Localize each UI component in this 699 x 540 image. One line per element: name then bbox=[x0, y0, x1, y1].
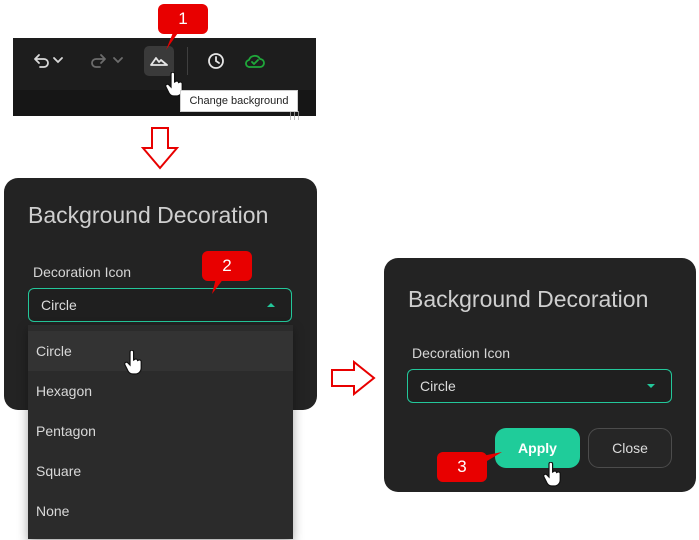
right-arrow-icon bbox=[331, 360, 376, 396]
decoration-icon-select[interactable]: Circle bbox=[28, 288, 292, 322]
undo-button[interactable] bbox=[29, 46, 69, 76]
option-square[interactable]: Square bbox=[28, 451, 293, 491]
option-hexagon[interactable]: Hexagon bbox=[28, 371, 293, 411]
mountain-icon bbox=[150, 57, 168, 66]
decoration-icon-label: Decoration Icon bbox=[412, 345, 511, 361]
clock-icon bbox=[208, 53, 224, 69]
caret-down-icon bbox=[647, 384, 655, 388]
dialog-title: Background Decoration bbox=[408, 286, 649, 312]
caret-up-icon bbox=[267, 303, 275, 307]
decoration-icon-dropdown: Circle Hexagon Pentagon Square None bbox=[28, 325, 293, 539]
down-arrow-icon bbox=[140, 127, 180, 170]
option-none[interactable]: None bbox=[28, 491, 293, 531]
undo-icon bbox=[34, 54, 63, 68]
callout-pointer bbox=[212, 278, 224, 294]
ruler-marks: ||| bbox=[289, 111, 302, 121]
option-pentagon[interactable]: Pentagon bbox=[28, 411, 293, 451]
callout-pointer bbox=[482, 452, 502, 464]
background-decoration-dialog-final: Background Decoration Decoration Icon Ci… bbox=[384, 258, 696, 492]
toolbar-divider bbox=[187, 47, 188, 75]
cloud-check-icon bbox=[245, 54, 265, 68]
redo-button[interactable] bbox=[89, 46, 129, 76]
cloud-sync-status[interactable] bbox=[241, 46, 269, 76]
hand-cursor-icon bbox=[124, 350, 142, 375]
hand-cursor-icon bbox=[543, 462, 561, 487]
callout-pointer bbox=[166, 30, 180, 50]
redo-icon bbox=[91, 54, 123, 68]
callout-badge-3: 3 bbox=[437, 452, 487, 482]
history-button[interactable] bbox=[203, 46, 229, 76]
apply-button[interactable]: Apply bbox=[495, 428, 580, 468]
select-value: Circle bbox=[420, 378, 456, 394]
close-button[interactable]: Close bbox=[588, 428, 672, 468]
decoration-icon-select[interactable]: Circle bbox=[407, 369, 672, 403]
tooltip: Change background bbox=[180, 90, 298, 112]
option-circle[interactable]: Circle bbox=[28, 331, 293, 371]
callout-badge-2: 2 bbox=[202, 251, 252, 281]
decoration-icon-label: Decoration Icon bbox=[33, 264, 132, 280]
dialog-title: Background Decoration bbox=[28, 202, 269, 228]
chevron-down-icon bbox=[53, 57, 63, 64]
chevron-down-icon bbox=[113, 57, 123, 64]
select-value: Circle bbox=[41, 297, 77, 313]
